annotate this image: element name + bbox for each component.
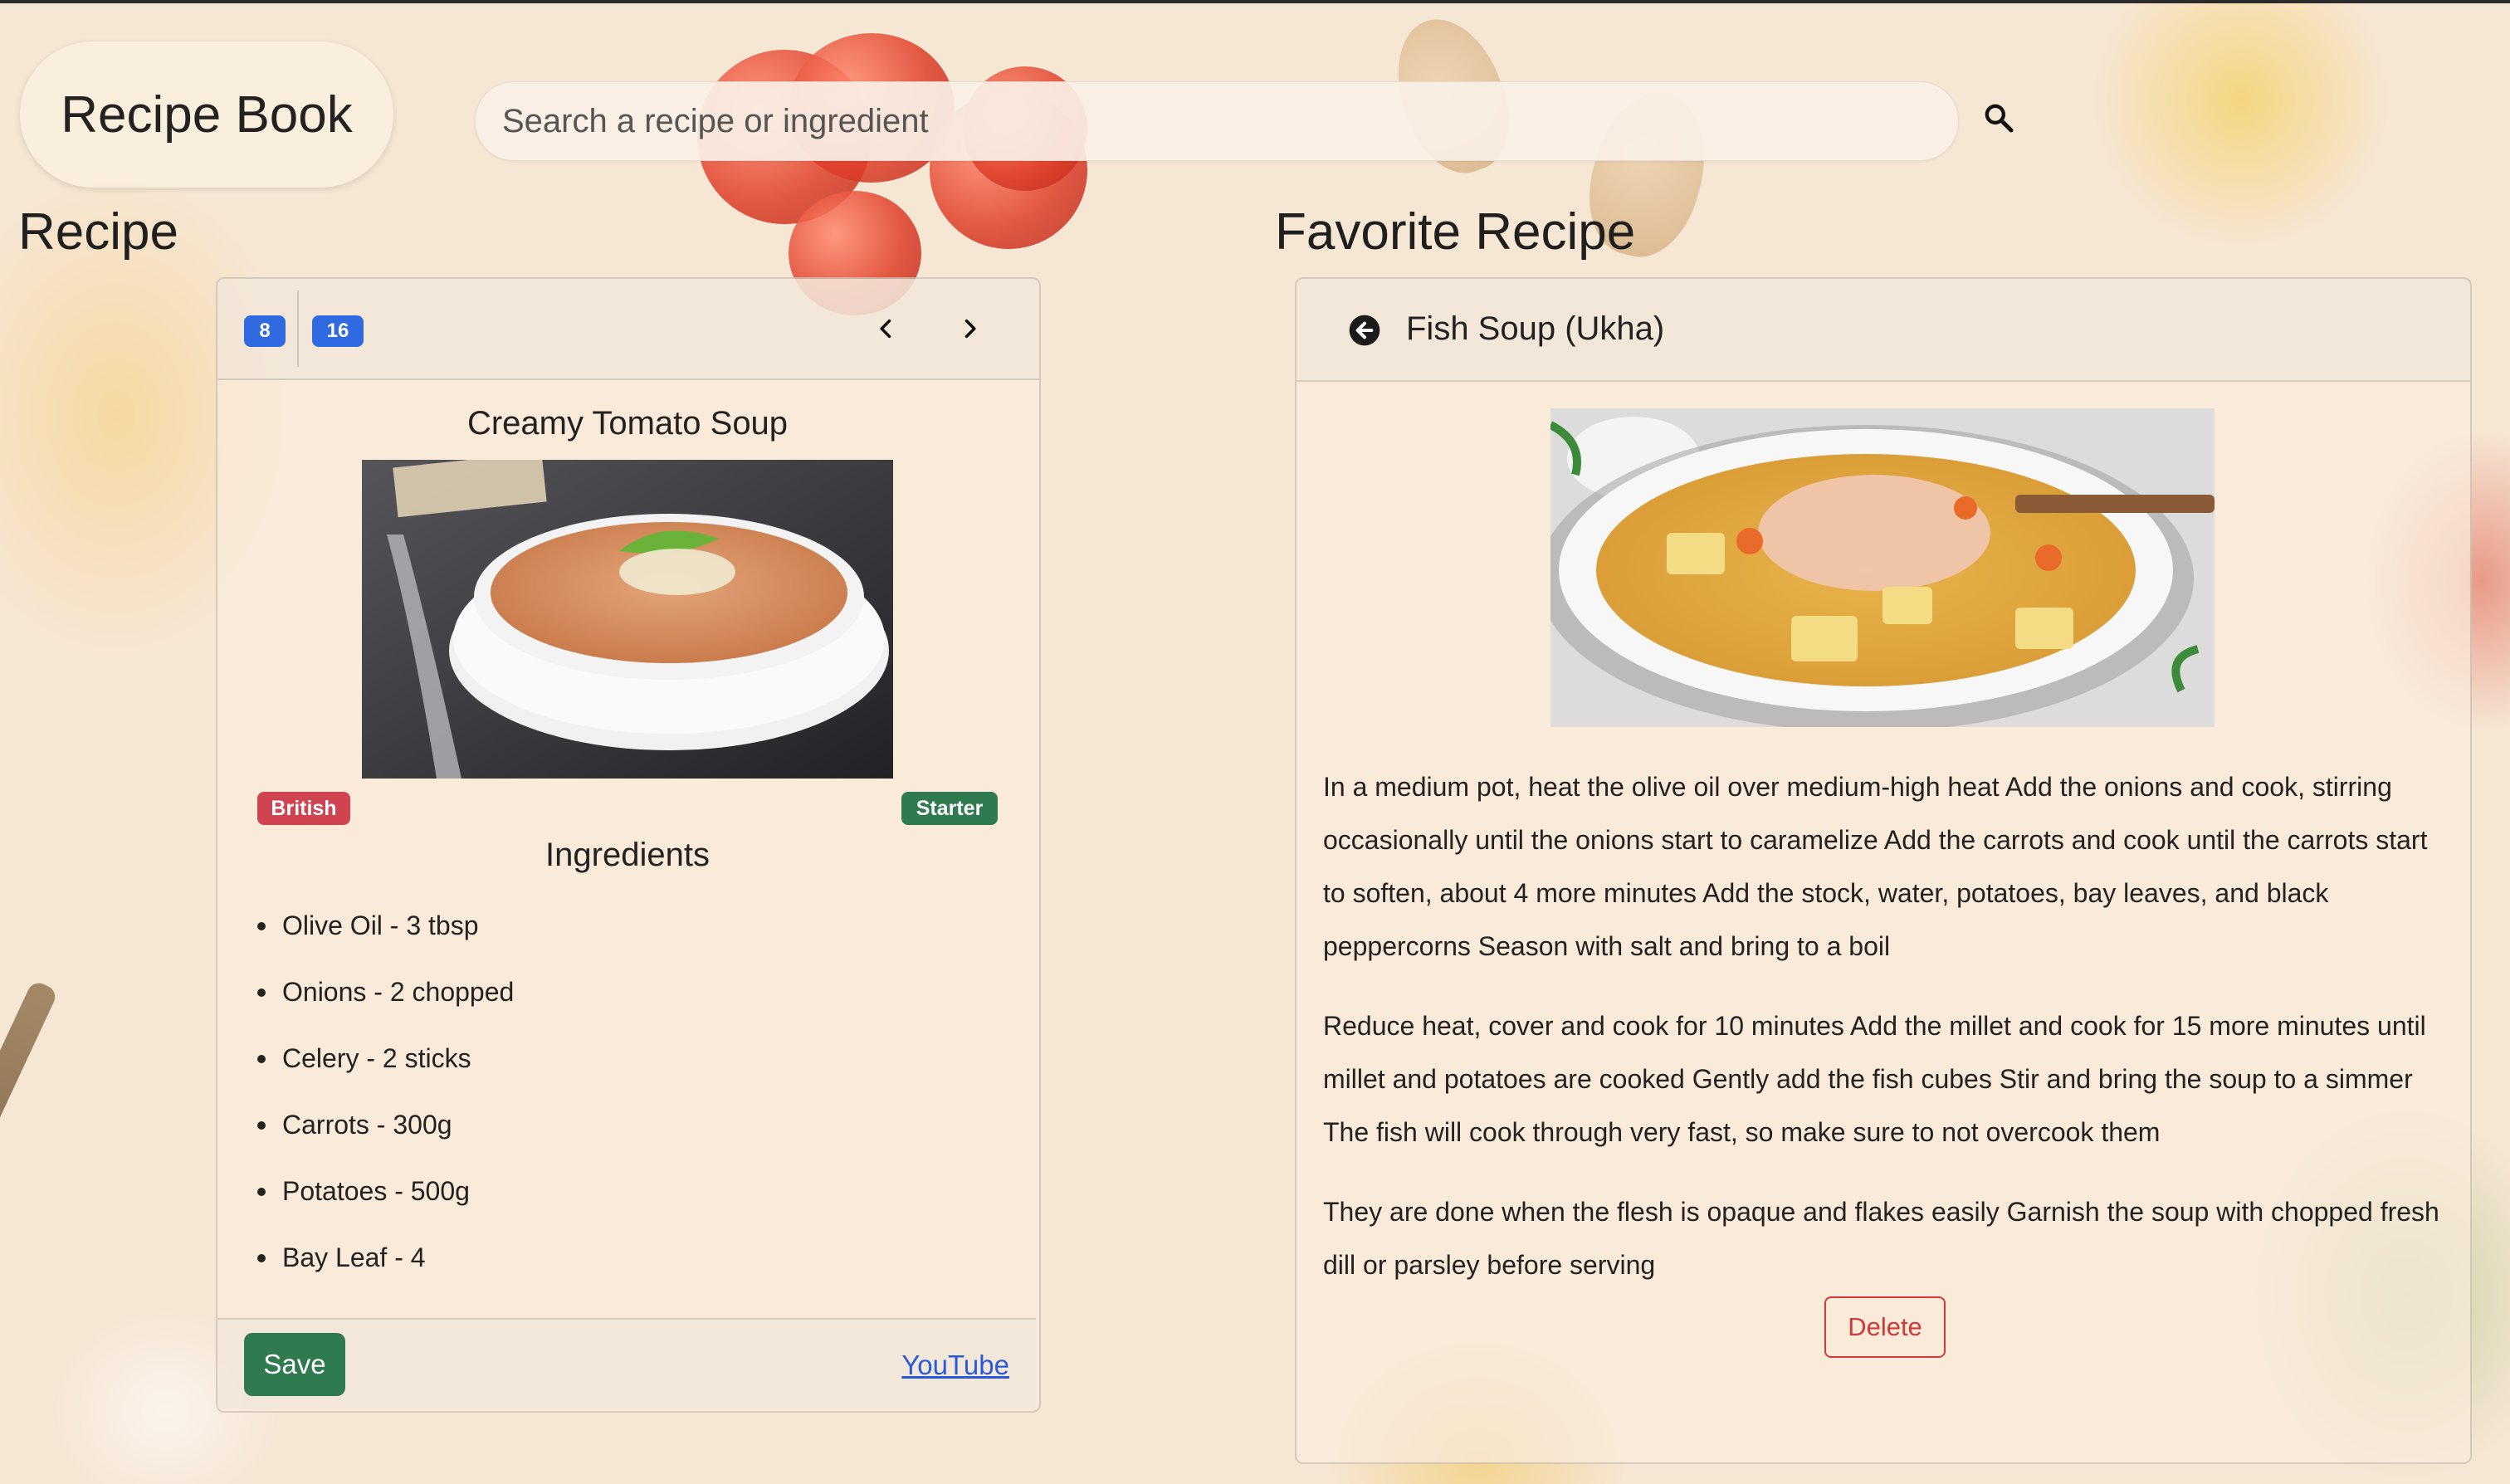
tomato-soup-photo [362, 460, 893, 779]
badge-count-16[interactable]: 16 [312, 315, 364, 347]
ingredient-item: Carrots - 300g [257, 1104, 514, 1170]
arrow-left-circle-icon[interactable] [1348, 314, 1381, 347]
recipe-image [362, 460, 893, 779]
badge-count-8[interactable]: 8 [244, 315, 286, 347]
fish-soup-photo [1550, 408, 2215, 727]
search-icon [1985, 104, 2014, 133]
chevron-right-icon [964, 319, 976, 339]
ingredient-item: Bay Leaf - 4 [257, 1237, 514, 1303]
ingredients-list: Olive Oil - 3 tbsp Onions - 2 chopped Ce… [257, 905, 514, 1303]
instruction-paragraph: Reduce heat, cover and cook for 10 minut… [1323, 1011, 2426, 1147]
instruction-paragraph: In a medium pot, heat the olive oil over… [1323, 772, 2428, 961]
next-recipe-button[interactable] [950, 309, 989, 349]
ingredient-item: Potatoes - 500g [257, 1170, 514, 1237]
search-bar [475, 81, 1959, 161]
chevron-left-icon [880, 319, 891, 339]
instruction-paragraph: They are done when the flesh is opaque a… [1323, 1197, 2439, 1280]
save-button[interactable]: Save [244, 1333, 345, 1396]
favorite-recipe-title: Fish Soup (Ukha) [1406, 310, 1665, 347]
prev-recipe-button[interactable] [867, 309, 906, 349]
fork-decoration [0, 979, 59, 1240]
brand-logo[interactable]: Recipe Book [20, 41, 393, 188]
tag-category: Starter [901, 792, 998, 825]
header-divider [297, 290, 299, 367]
favorite-card: Fish Soup (Ukha) In a medium pot, heat t… [1295, 277, 2472, 1464]
delete-button[interactable]: Delete [1824, 1296, 1946, 1358]
favorite-heading: Favorite Recipe [1275, 203, 1636, 261]
ingredient-item: Olive Oil - 3 tbsp [257, 905, 514, 971]
search-input[interactable] [476, 82, 1958, 160]
search-button[interactable] [1975, 95, 2022, 141]
favorite-recipe-image [1550, 408, 2215, 727]
favorite-instructions: In a medium pot, heat the olive oil over… [1323, 760, 2444, 1318]
ingredient-item: Onions - 2 chopped [257, 971, 514, 1037]
tag-area: British [257, 792, 350, 825]
recipe-heading: Recipe [18, 203, 178, 261]
favorite-card-header: Fish Soup (Ukha) [1297, 279, 2470, 382]
recipe-card-footer: Save YouTube [217, 1318, 1036, 1409]
ingredient-item: Celery - 2 sticks [257, 1037, 514, 1104]
ingredients-heading: Ingredients [545, 837, 710, 873]
recipe-title: Creamy Tomato Soup [466, 405, 789, 442]
window-top-border [0, 0, 2510, 3]
recipe-card-header: 8 16 [217, 279, 1039, 380]
youtube-link[interactable]: YouTube [901, 1350, 1009, 1381]
